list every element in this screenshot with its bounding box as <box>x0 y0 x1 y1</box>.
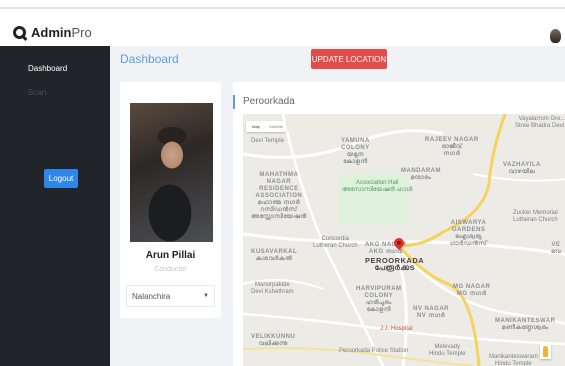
logout-button[interactable]: Logout <box>44 169 78 188</box>
page-title: Dashboard <box>120 52 179 66</box>
map-label-peroorkada: PEROORKADA പേരൂർക്കട <box>365 256 425 272</box>
top-navbar: Admin Pro <box>0 0 565 46</box>
map-label: Manorpakide Devi Kshethram <box>251 282 294 295</box>
map-label: HARVIPURAM COLONY ഹരിപുരം കോളനി <box>356 286 402 313</box>
sidebar-item-scan[interactable]: Scan <box>28 88 46 97</box>
brand-name-bold: Admin <box>31 25 72 40</box>
location-select[interactable]: Nalanchira ▼ <box>126 285 215 307</box>
map-label: MG NAGAR MG നഗർ <box>453 284 491 297</box>
profile-role: Conductor <box>154 266 187 273</box>
map-card: Peroorkada Map Satellite Devi Temple YAM… <box>233 82 565 366</box>
map-label: VAZHAYILA വാഴയില <box>503 162 541 175</box>
main-content: Dashboard UPDATE LOCATION Arun Pillai Co… <box>110 46 565 366</box>
profile-name: Arun Pillai <box>145 250 196 261</box>
brand-name-light: Pro <box>71 25 92 40</box>
map-type-toggle[interactable]: Map Satellite <box>246 121 286 132</box>
profile-card: Arun Pillai Conductor Nalanchira ▼ <box>120 82 221 318</box>
map-label: Concordia Lutheran Church <box>313 236 358 249</box>
profile-photo <box>130 103 213 242</box>
chevron-down-icon: ▼ <box>203 293 209 299</box>
map-label: VELIKKUNNU വലിക്കുന്നു <box>251 334 296 347</box>
map-label: MAHATHMA NAGAR RESIDENCE ASSOCIATION മഹാ… <box>251 172 307 220</box>
location-select-value: Nalanchira <box>132 291 171 301</box>
map-label: Manikanteswaram Hindu Temple <box>489 354 538 366</box>
map-label: J.J. Hospital <box>380 326 413 332</box>
map-label: Association Hall അസോസിയേഷൻ ഹാൾ <box>342 180 413 193</box>
map-label: VE വെ <box>551 242 562 255</box>
map-label: AISWARYA GARDENS ഐശ്വര്യ ഗാർഡൻസ് <box>450 220 488 247</box>
update-location-button[interactable]: UPDATE LOCATION <box>311 49 387 69</box>
map-label: Zucker Memorial Lutheran Church <box>513 210 558 223</box>
brand-logo[interactable]: Admin Pro <box>13 25 92 40</box>
map-label: YAMUNA COLONY യമുന കോളനി <box>341 138 370 165</box>
map-label: KUSAVARKAL കുശവർകൽ <box>251 249 298 262</box>
map-label: NV NAGAR NV നഗർ <box>413 306 450 319</box>
map-label: MANIKANTESWAR മണികണ്ഠേശ്വരം <box>495 318 556 331</box>
map-label: RAJEEV NAGAR രാജീവ് നഗർ <box>425 137 479 157</box>
map-type-map[interactable]: Map <box>246 121 266 132</box>
sidebar-item-dashboard[interactable]: Dashboard <box>28 64 67 73</box>
map-view[interactable]: Map Satellite Devi Temple YAMUNA COLONY … <box>243 114 565 366</box>
sidebar: Dashboard Scan Logout <box>0 46 110 366</box>
street-view-pegman-icon[interactable] <box>540 344 551 359</box>
map-label: Peroorkada Police Station <box>339 348 409 354</box>
map-label: Melevady Hindu Temple <box>429 344 466 357</box>
map-title: Peroorkada <box>233 95 295 109</box>
map-type-satellite[interactable]: Satellite <box>266 121 286 132</box>
brand-icon <box>13 26 26 39</box>
map-label: Devi Temple <box>251 138 284 144</box>
user-avatar-icon[interactable] <box>550 29 561 43</box>
map-label: Vayalarrom Gre... Stree Bhadra Devi... <box>515 116 565 129</box>
